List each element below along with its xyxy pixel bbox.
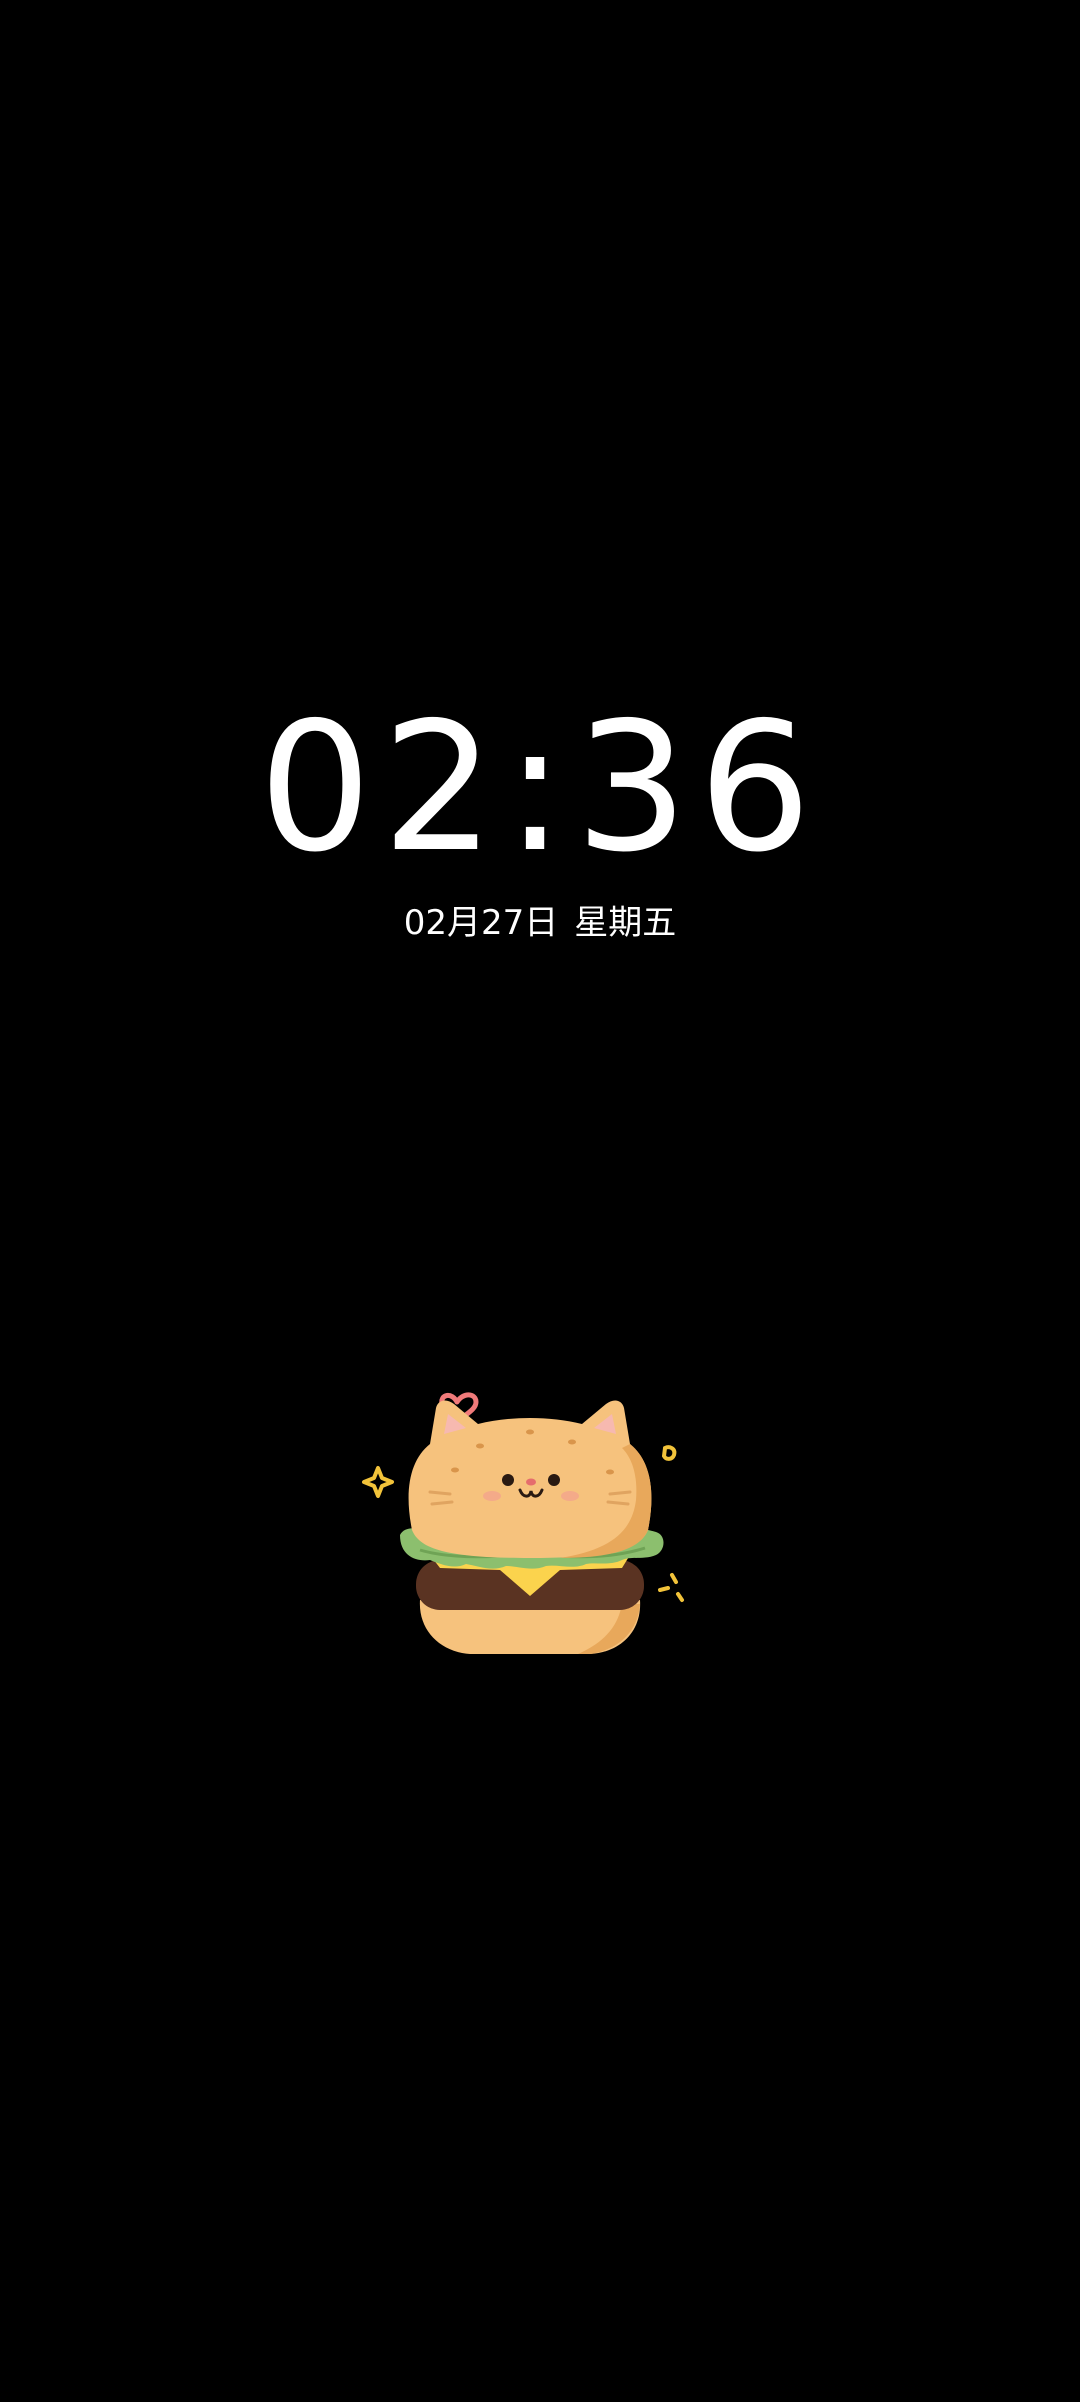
date-text: 02月27日: [403, 903, 559, 943]
weekday-text: 星期五: [574, 903, 677, 943]
clock-time: 02:36: [258, 684, 822, 891]
lock-screen: 02:36 02月27日 星期五: [0, 0, 1080, 2402]
clock-date: 02月27日 星期五: [0, 898, 1080, 948]
cat-burger-illustration: [362, 1392, 684, 1654]
cat-burger-icon: [360, 1360, 700, 1670]
